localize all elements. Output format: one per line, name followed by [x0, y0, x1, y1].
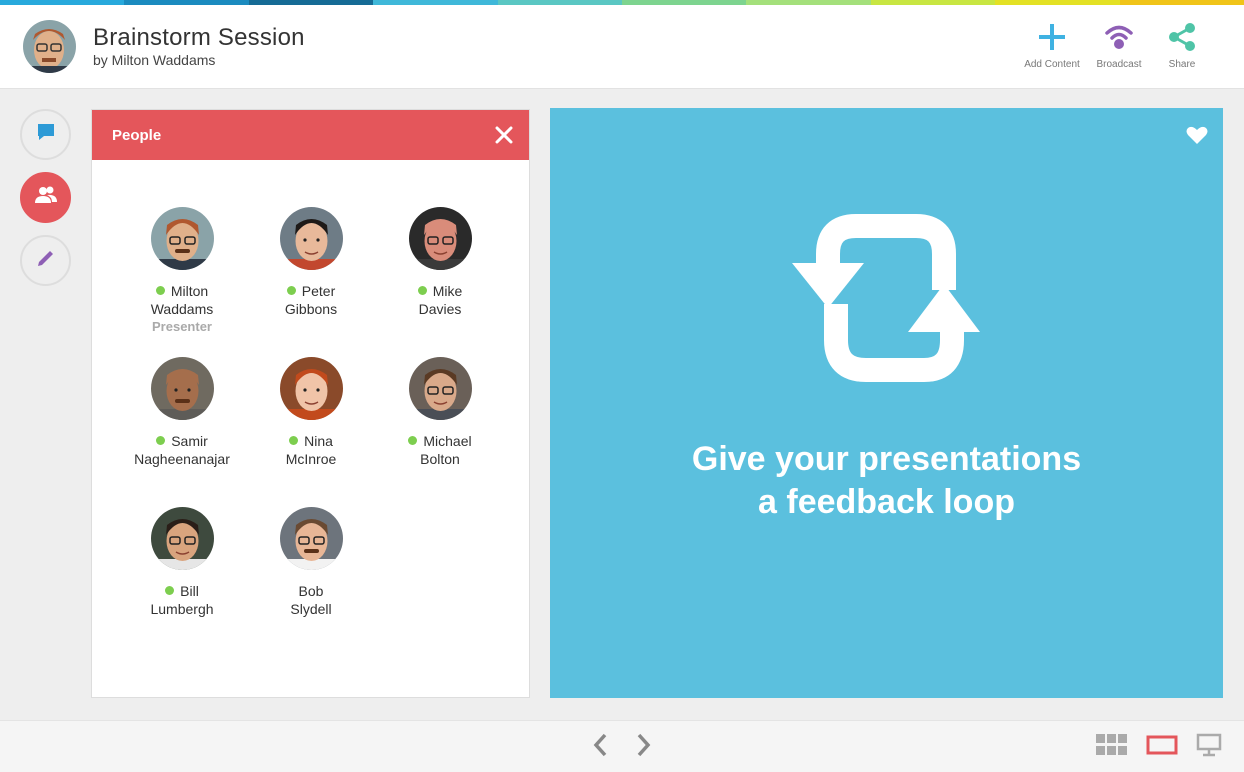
- session-byline: by Milton Waddams: [93, 52, 216, 68]
- person-avatar: [279, 507, 343, 570]
- broadcast-icon: [1084, 19, 1154, 55]
- slide-view-button[interactable]: [1145, 735, 1179, 759]
- chat-bubble-icon: [36, 122, 56, 147]
- people-icon: [34, 185, 58, 210]
- online-status-dot: [156, 435, 166, 445]
- stage-headline-line1: Give your presentations: [691, 440, 1082, 478]
- online-status-dot: [165, 585, 175, 595]
- person-card[interactable]: Peter Gibbons: [246, 207, 376, 318]
- annotate-button[interactable]: [20, 235, 71, 286]
- person-card[interactable]: Bob Slydell: [246, 507, 376, 618]
- person-avatar: [279, 357, 343, 420]
- broadcast-label: Broadcast: [1096, 59, 1142, 70]
- person-last-name: McInroe: [285, 451, 337, 467]
- chat-button[interactable]: [20, 109, 71, 160]
- person-first-name: Nina: [304, 433, 333, 449]
- heart-icon[interactable]: [1186, 125, 1208, 150]
- add-content-label: Add Content: [1024, 59, 1080, 70]
- online-status-dot: [286, 285, 296, 295]
- person-name: Peter Gibbons: [246, 282, 376, 318]
- person-avatar: [408, 207, 472, 270]
- next-slide-button[interactable]: [632, 733, 656, 761]
- app-header: Brainstorm Session by Milton Waddams Add…: [0, 5, 1244, 89]
- person-first-name: Mike: [432, 283, 463, 299]
- grid-view-button[interactable]: [1095, 733, 1129, 761]
- session-title: Brainstorm Session: [93, 24, 305, 51]
- person-name: Michael Bolton: [375, 432, 505, 468]
- add-content-button[interactable]: Add Content: [1017, 19, 1087, 70]
- person-first-name: Bob: [298, 583, 324, 599]
- left-nav: [20, 109, 72, 298]
- refresh-loop-icon: [790, 212, 990, 387]
- person-last-name: Gibbons: [284, 301, 338, 317]
- person-first-name: Michael: [423, 433, 472, 449]
- person-card[interactable]: Bill Lumbergh: [117, 507, 247, 618]
- person-last-name: Bolton: [420, 451, 460, 467]
- person-first-name: Milton: [170, 283, 209, 299]
- person-name: Milton Waddams: [117, 282, 247, 318]
- person-avatar: [279, 207, 343, 270]
- person-name: Bob Slydell: [246, 582, 376, 618]
- people-button[interactable]: [20, 172, 71, 223]
- person-avatar: [150, 357, 214, 420]
- people-panel-header: People: [92, 110, 529, 160]
- share-icon: [1147, 19, 1217, 55]
- previous-slide-button[interactable]: [588, 733, 612, 761]
- person-card[interactable]: Mike Davies: [375, 207, 505, 318]
- pencil-icon: [35, 247, 57, 274]
- chevron-left-icon: [592, 732, 608, 763]
- host-avatar[interactable]: [23, 20, 76, 73]
- person-card[interactable]: Milton Waddams Presenter: [117, 207, 247, 336]
- broadcast-button[interactable]: Broadcast: [1084, 19, 1154, 70]
- online-status-dot: [417, 285, 427, 295]
- person-first-name: Bill: [180, 583, 199, 599]
- online-status-dot: [155, 285, 165, 295]
- online-status-dot: [289, 435, 299, 445]
- person-last-name: Lumbergh: [150, 601, 214, 617]
- online-status-dot: [408, 435, 418, 445]
- person-last-name: Waddams: [150, 301, 214, 317]
- person-name: Bill Lumbergh: [117, 582, 247, 618]
- slide-view-icon: [1146, 735, 1178, 760]
- grid-view-icon: [1096, 733, 1128, 761]
- close-icon[interactable]: [495, 126, 513, 144]
- presenter-view-icon: [1196, 733, 1222, 762]
- person-last-name: Davies: [418, 301, 462, 317]
- person-avatar: [150, 507, 214, 570]
- person-name: Samir Nagheenanajar: [117, 432, 247, 468]
- stage-slide[interactable]: Give your presentations a feedback loop: [550, 108, 1223, 698]
- person-avatar: [408, 357, 472, 420]
- person-role: Presenter: [152, 319, 212, 334]
- person-first-name: Peter: [301, 283, 336, 299]
- share-button[interactable]: Share: [1147, 19, 1217, 70]
- people-panel-title: People: [112, 126, 162, 144]
- stage-headline-line2: a feedback loop: [758, 483, 1015, 521]
- plus-icon: [1017, 19, 1087, 55]
- presenter-view-button[interactable]: [1194, 733, 1224, 761]
- people-panel: People Milton Waddams Presenter Peter Gi…: [91, 109, 530, 698]
- share-label: Share: [1168, 59, 1196, 70]
- person-first-name: Samir: [171, 433, 208, 449]
- person-name: Mike Davies: [375, 282, 505, 318]
- person-name: Nina McInroe: [246, 432, 376, 468]
- person-card[interactable]: Samir Nagheenanajar: [117, 357, 247, 468]
- stage-headline: Give your presentations a feedback loop: [550, 438, 1223, 524]
- footer-bar: [0, 720, 1244, 772]
- person-last-name: Slydell: [290, 601, 332, 617]
- person-last-name: Nagheenanajar: [134, 451, 230, 467]
- person-avatar: [150, 207, 214, 270]
- chevron-right-icon: [636, 732, 652, 763]
- person-card[interactable]: Michael Bolton: [375, 357, 505, 468]
- person-card[interactable]: Nina McInroe: [246, 357, 376, 468]
